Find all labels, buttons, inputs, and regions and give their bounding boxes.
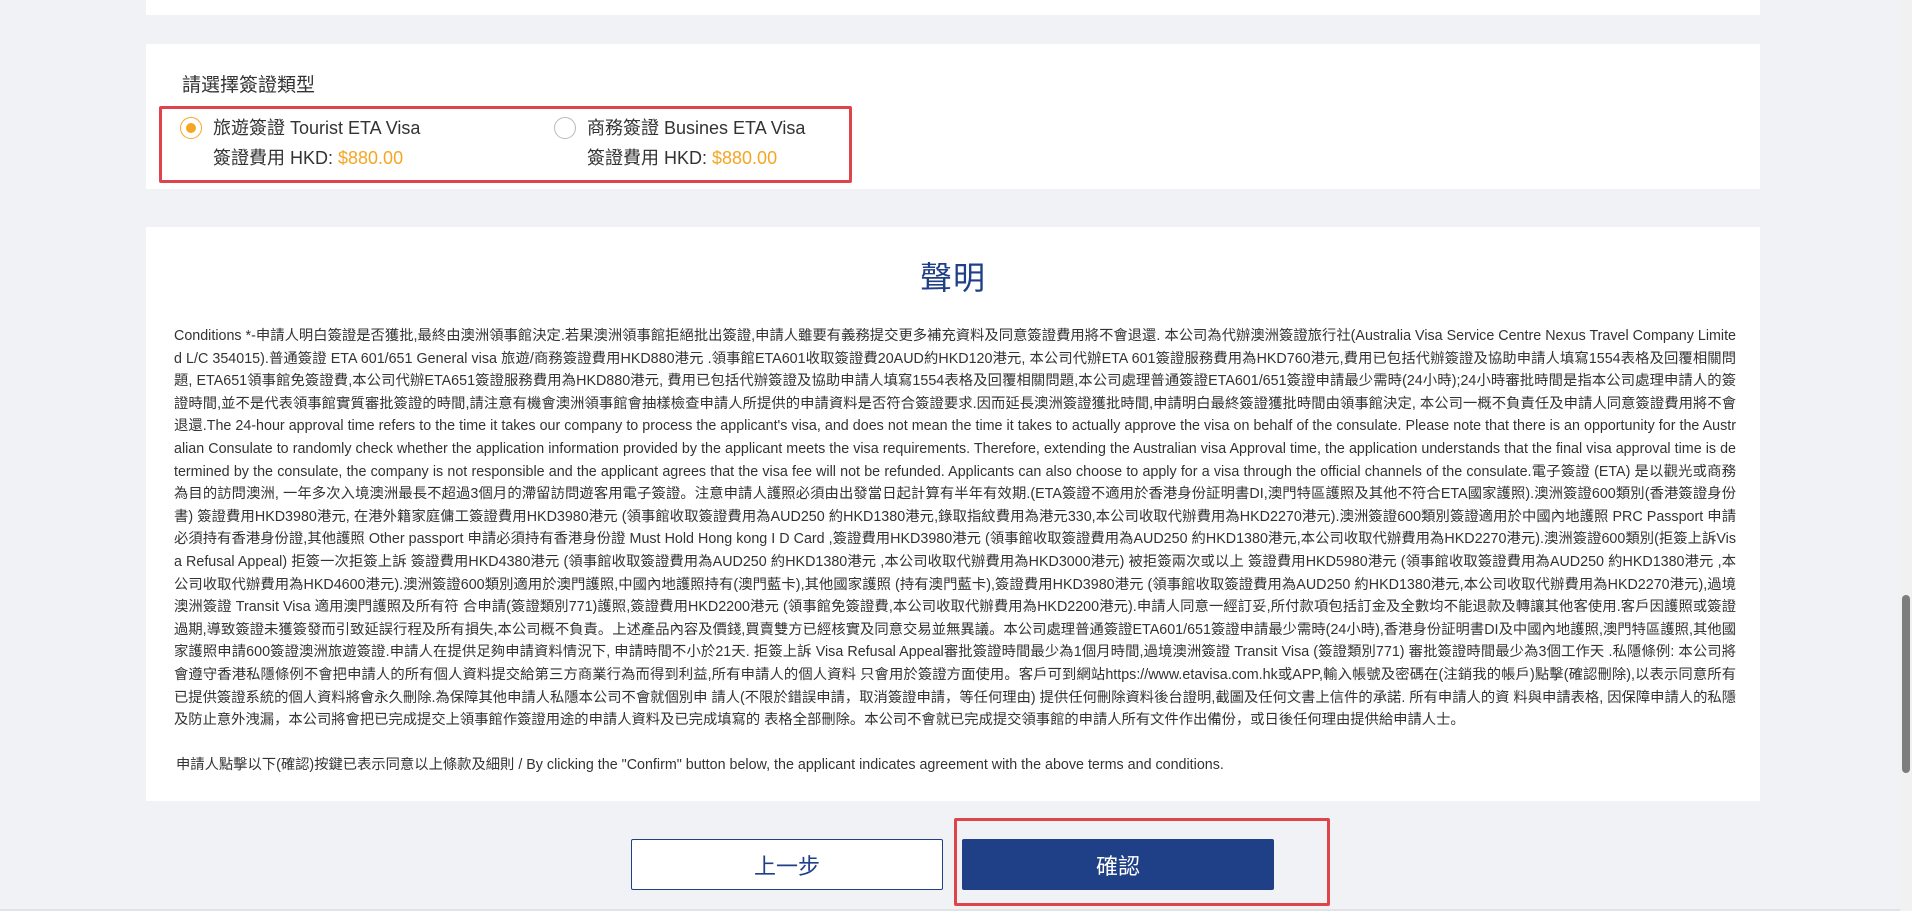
terms-body: Conditions *-申請人明白簽證是否獲批,最終由澳洲領事館決定.若果澳洲… xyxy=(174,328,1736,729)
terms-title: 聲明 xyxy=(919,260,986,296)
previous-step-button[interactable]: 上一步 xyxy=(631,839,943,890)
visa-type-label: 請選擇簽證類型 xyxy=(182,75,316,96)
business-visa-fee-value: $880.00 xyxy=(712,148,778,168)
business-visa-title: 商務簽證 Busines ETA Visa xyxy=(587,118,806,138)
terms-agreement-note: 申請人點擊以下(確認)按鍵已表示同意以上條款及細則 / By clicking … xyxy=(176,757,1224,773)
tourist-visa-fee-label: 簽證費用 HKD: xyxy=(213,148,339,168)
visa-type-section: 請選擇簽證類型 旅遊簽證 Tourist ETA Visa 簽證費用 HKD: … xyxy=(146,44,1760,189)
business-visa-fee: 簽證費用 HKD: $880.00 xyxy=(587,144,777,170)
business-visa-radio[interactable] xyxy=(554,117,576,139)
tourist-visa-fee-value: $880.00 xyxy=(338,148,404,168)
terms-section: 聲明 Conditions *-申請人明白簽證是否獲批,最終由澳洲領事館決定.若… xyxy=(146,227,1760,801)
previous-section-card xyxy=(146,0,1760,15)
page-scrollbar[interactable] xyxy=(1900,0,1912,911)
tourist-visa-radio[interactable] xyxy=(180,117,202,139)
scrollbar-thumb[interactable] xyxy=(1902,595,1910,773)
confirm-button[interactable]: 確認 xyxy=(962,839,1274,890)
tourist-visa-fee: 簽證費用 HKD: $880.00 xyxy=(213,144,403,170)
tourist-visa-title: 旅遊簽證 Tourist ETA Visa xyxy=(213,118,421,138)
business-visa-fee-label: 簽證費用 HKD: xyxy=(587,148,713,168)
